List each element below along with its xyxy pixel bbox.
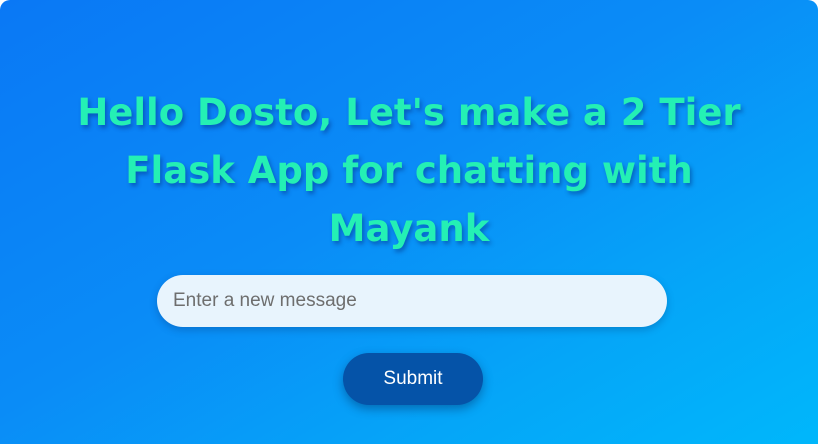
message-form: Submit [0, 0, 818, 444]
app-card: Hello Dosto, Let's make a 2 Tier Flask A… [0, 0, 818, 444]
message-input[interactable] [157, 275, 667, 327]
submit-button[interactable]: Submit [343, 353, 483, 405]
